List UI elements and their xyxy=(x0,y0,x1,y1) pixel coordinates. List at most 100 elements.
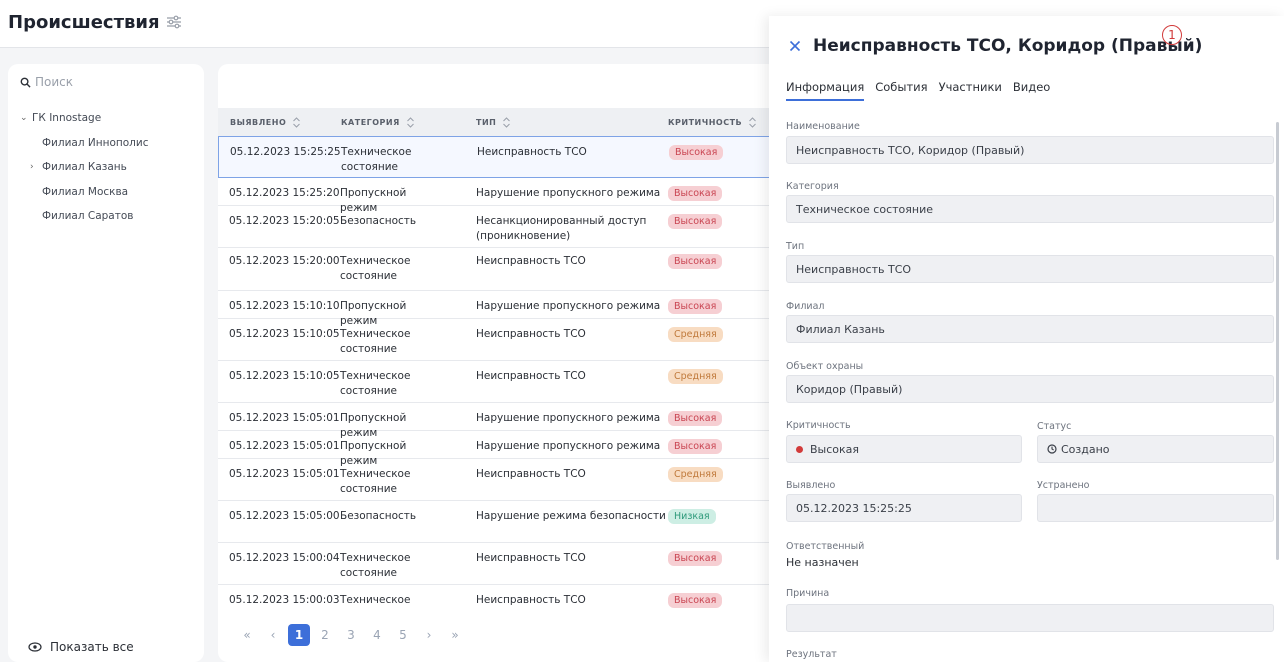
name-value: Неисправность ТСО, Коридор (Правый) xyxy=(796,143,1025,157)
tree-item-innopolis[interactable]: Филиал Иннополис xyxy=(20,131,149,156)
severity-badge: Высокая xyxy=(668,593,723,608)
callout-marker: 1 xyxy=(1162,25,1182,45)
field-label-status: Статус xyxy=(1037,421,1072,432)
category-value: Техническое состояние xyxy=(796,202,933,216)
cell-category: Техническое xyxy=(340,594,411,606)
tab-events[interactable]: События xyxy=(875,80,927,101)
column-header-label: КРИТИЧНОСТЬ xyxy=(668,118,743,127)
cell-category: Техническое состояние xyxy=(340,468,411,495)
table-row[interactable]: 05.12.2023 15:05:01 Пропускной режим Наруш… xyxy=(218,431,778,467)
table-row[interactable]: 05.12.2023 15:20:00 Техническое состояние… xyxy=(218,246,778,291)
tree-item-label: Филиал Казань xyxy=(42,161,127,174)
table-row[interactable]: 05.12.2023 15:10:10 Пропускной режим Наруш… xyxy=(218,291,778,327)
table-row[interactable]: 05.12.2023 15:00:04 Техническое состояние… xyxy=(218,543,778,585)
cell-type: Нарушение пропускного режима xyxy=(476,440,661,452)
table-row[interactable]: 05.12.2023 15:05:01 Техническое состояние… xyxy=(218,459,778,501)
detected-value: 05.12.2023 15:25:25 xyxy=(796,501,912,515)
table-row[interactable]: 05.12.2023 15:10:05 Техническое состояние… xyxy=(218,319,778,361)
status-field[interactable]: Создано xyxy=(1037,435,1274,463)
table-row[interactable]: 05.12.2023 15:20:05 Безопасность Несанкцио… xyxy=(218,206,778,248)
reason-field[interactable] xyxy=(786,604,1274,632)
close-icon[interactable] xyxy=(789,40,801,52)
cell-severity: Средняя xyxy=(668,327,723,342)
next-page-button[interactable]: › xyxy=(418,624,440,646)
field-label-reason: Причина xyxy=(786,588,830,599)
resolved-field[interactable] xyxy=(1037,494,1274,522)
severity-badge: Высокая xyxy=(669,145,724,160)
severity-field[interactable]: Высокая xyxy=(786,435,1022,463)
type-value: Неисправность ТСО xyxy=(796,262,912,276)
severity-badge: Высокая xyxy=(668,439,723,454)
page-title: Происшествия xyxy=(8,12,160,33)
severity-dot-icon xyxy=(796,445,803,453)
cell-category: Безопасность xyxy=(340,215,417,227)
detected-field[interactable]: 05.12.2023 15:25:25 xyxy=(786,494,1022,522)
sliders-icon[interactable] xyxy=(166,14,182,30)
page-button-2[interactable]: 2 xyxy=(314,624,336,646)
cell-severity: Средняя xyxy=(668,467,723,482)
severity-badge: Низкая xyxy=(668,509,716,524)
cell-detected: 05.12.2023 15:20:05 xyxy=(229,215,340,227)
object-field[interactable]: Коридор (Правый) xyxy=(786,375,1274,403)
cell-severity: Низкая xyxy=(668,509,716,524)
tree-item-kazan[interactable]: › Филиал Казань xyxy=(20,155,149,180)
cell-category: Техническое состояние xyxy=(340,552,411,579)
cell-severity: Высокая xyxy=(668,254,723,269)
last-page-button[interactable]: » xyxy=(444,624,466,646)
cell-type: Неисправность ТСО xyxy=(476,552,586,564)
table-row[interactable]: 05.12.2023 15:05:00 Безопасность Нарушение… xyxy=(218,501,778,543)
clock-icon xyxy=(1047,444,1057,454)
pagination: « ‹ 1 2 3 4 5 › » xyxy=(236,624,470,646)
cell-detected: 05.12.2023 15:20:00 xyxy=(229,255,340,267)
table-row[interactable]: 05.12.2023 15:25:25 Техническое состояние… xyxy=(218,136,778,178)
cell-type: Нарушение режима безопасности xyxy=(476,510,666,522)
cell-type: Неисправность ТСО xyxy=(476,255,586,267)
tab-participants[interactable]: Участники xyxy=(939,80,1002,101)
tree-item-root[interactable]: ⌄ ГК Innostage xyxy=(20,106,149,131)
cell-severity: Высокая xyxy=(668,214,723,229)
column-header-detected[interactable]: ВЫЯВЛЕНО xyxy=(230,117,301,128)
tab-info[interactable]: Информация xyxy=(786,80,865,101)
tree-item-label: Филиал Москва xyxy=(42,185,129,198)
page-button-3[interactable]: 3 xyxy=(340,624,362,646)
cell-detected: 05.12.2023 15:25:25 xyxy=(230,146,341,158)
column-header-type[interactable]: ТИП xyxy=(476,117,511,128)
category-field[interactable]: Техническое состояние xyxy=(786,195,1274,223)
cell-category: Техническое состояние xyxy=(340,255,411,282)
type-field[interactable]: Неисправность ТСО xyxy=(786,255,1274,283)
name-field[interactable]: Неисправность ТСО, Коридор (Правый) xyxy=(786,136,1274,164)
panel-scrollbar[interactable] xyxy=(1276,122,1279,560)
tree-item-moscow[interactable]: Филиал Москва xyxy=(20,180,149,205)
cell-type: Неисправность ТСО xyxy=(476,370,586,382)
table-row[interactable]: 05.12.2023 15:05:01 Пропускной режим Наруш… xyxy=(218,403,778,439)
first-page-button[interactable]: « xyxy=(236,624,258,646)
column-header-category[interactable]: КАТЕГОРИЯ xyxy=(341,117,415,128)
panel-tabs: Информация События Участники Видео xyxy=(786,80,1061,101)
cell-category: Техническое состояние xyxy=(341,146,412,173)
branch-field[interactable]: Филиал Казань xyxy=(786,315,1274,343)
tab-video[interactable]: Видео xyxy=(1013,80,1050,101)
search-input[interactable]: Поиск xyxy=(20,75,73,89)
table-row[interactable]: 05.12.2023 15:00:03 Техническое Неисправно… xyxy=(218,585,778,616)
severity-badge: Средняя xyxy=(668,327,723,342)
page-button-1[interactable]: 1 xyxy=(288,624,310,646)
field-label-category: Категория xyxy=(786,181,839,192)
chevron-right-icon: › xyxy=(30,162,34,173)
prev-page-button[interactable]: ‹ xyxy=(262,624,284,646)
table-row[interactable]: 05.12.2023 15:10:05 Техническое состояние… xyxy=(218,361,778,403)
page-button-5[interactable]: 5 xyxy=(392,624,414,646)
object-value: Коридор (Правый) xyxy=(796,382,903,396)
table-row[interactable]: 05.12.2023 15:25:20 Пропускной режим Наруш… xyxy=(218,178,778,214)
tree-item-saratov[interactable]: Филиал Саратов xyxy=(20,204,149,229)
show-all-button[interactable]: Показать все xyxy=(28,640,134,654)
field-label-resolved: Устранено xyxy=(1037,480,1090,491)
status-value: Создано xyxy=(1061,442,1110,456)
page-button-4[interactable]: 4 xyxy=(366,624,388,646)
field-label-severity: Критичность xyxy=(786,420,851,431)
search-icon xyxy=(20,77,31,88)
cell-severity: Высокая xyxy=(668,411,723,426)
table-body: 05.12.2023 15:25:25 Техническое состояние… xyxy=(218,136,778,616)
column-header-severity[interactable]: КРИТИЧНОСТЬ xyxy=(668,117,757,128)
cell-category: Безопасность xyxy=(340,510,417,522)
cell-detected: 05.12.2023 15:05:01 xyxy=(229,440,340,452)
